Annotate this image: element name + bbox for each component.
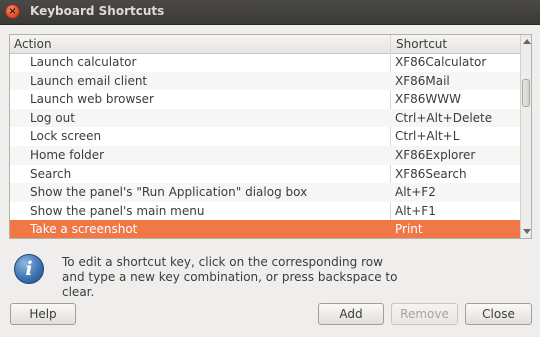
row-shortcut-cell[interactable]: XF86Mail (395, 74, 450, 88)
scrollbar-thumb[interactable] (522, 79, 530, 107)
table-row[interactable]: Lock screen Ctrl+Alt+L (10, 127, 520, 146)
info-icon: i (14, 254, 44, 284)
table-row[interactable]: Launch email client XF86Mail (10, 71, 520, 91)
row-action-cell: Log out (30, 110, 75, 125)
title-bar: × Keyboard Shortcuts (0, 0, 540, 25)
close-button[interactable]: Close (465, 303, 532, 325)
shortcuts-table: Action Shortcut Launch calculator XF86Cal… (9, 34, 532, 239)
row-shortcut-cell[interactable]: XF86WWW (395, 92, 461, 106)
table-row[interactable]: Launch calculator XF86Calculator (10, 53, 520, 72)
row-shortcut-cell[interactable]: Ctrl+Alt+L (395, 129, 459, 143)
row-action-cell: Launch calculator (30, 55, 137, 69)
row-shortcut-cell[interactable]: Alt+F1 (395, 204, 436, 218)
table-row[interactable]: Search XF86Search (10, 165, 520, 184)
row-action-cell: Launch web browser (30, 92, 154, 107)
table-row[interactable]: Take a screenshot Print (10, 220, 520, 238)
table-row[interactable]: Show the panel's main menu Alt+F1 (10, 202, 520, 221)
scroll-up-arrow-icon[interactable] (523, 39, 531, 44)
row-shortcut-cell[interactable]: XF86Explorer (395, 148, 475, 162)
table-header: Action Shortcut (10, 35, 520, 54)
scroll-down-arrow-icon[interactable] (523, 229, 531, 234)
row-shortcut-cell[interactable]: XF86Search (395, 167, 467, 181)
column-header-shortcut[interactable]: Shortcut (396, 37, 447, 51)
help-button[interactable]: Help (10, 303, 76, 325)
row-action-cell: Home folder (30, 147, 105, 162)
window-title: Keyboard Shortcuts (30, 4, 165, 18)
row-shortcut-cell[interactable]: Alt+F2 (395, 185, 436, 199)
row-action-cell: Lock screen (30, 129, 102, 144)
row-action-cell: Launch email client (30, 73, 148, 88)
table-row[interactable]: Log out Ctrl+Alt+Delete (10, 108, 520, 128)
row-action-cell: Take a screenshot (30, 222, 138, 237)
table-body: Launch calculator XF86Calculator Launch em… (10, 53, 520, 238)
row-action-cell: Search (30, 166, 72, 181)
info-message: To edit a shortcut key, click on the cor… (62, 255, 398, 299)
add-button[interactable]: Add (318, 303, 384, 325)
row-action-cell: Show the panel's "Run Application" dialo… (30, 185, 308, 200)
table-row[interactable]: Home folder XF86Explorer (10, 145, 520, 165)
column-header-action[interactable]: Action (14, 37, 52, 51)
table-row[interactable]: Show the panel's "Run Application" dialo… (10, 183, 520, 202)
window-close-button[interactable]: × (5, 4, 20, 19)
row-shortcut-cell[interactable]: Ctrl+Alt+Delete (395, 111, 492, 125)
row-action-cell: Show the panel's main menu (30, 203, 205, 218)
row-shortcut-cell[interactable]: XF86Calculator (395, 55, 486, 69)
remove-button[interactable]: Remove (391, 303, 458, 325)
row-shortcut-cell[interactable]: Print (395, 222, 423, 236)
vertical-scrollbar[interactable] (520, 35, 531, 238)
table-row[interactable]: Launch web browser XF86WWW (10, 90, 520, 109)
